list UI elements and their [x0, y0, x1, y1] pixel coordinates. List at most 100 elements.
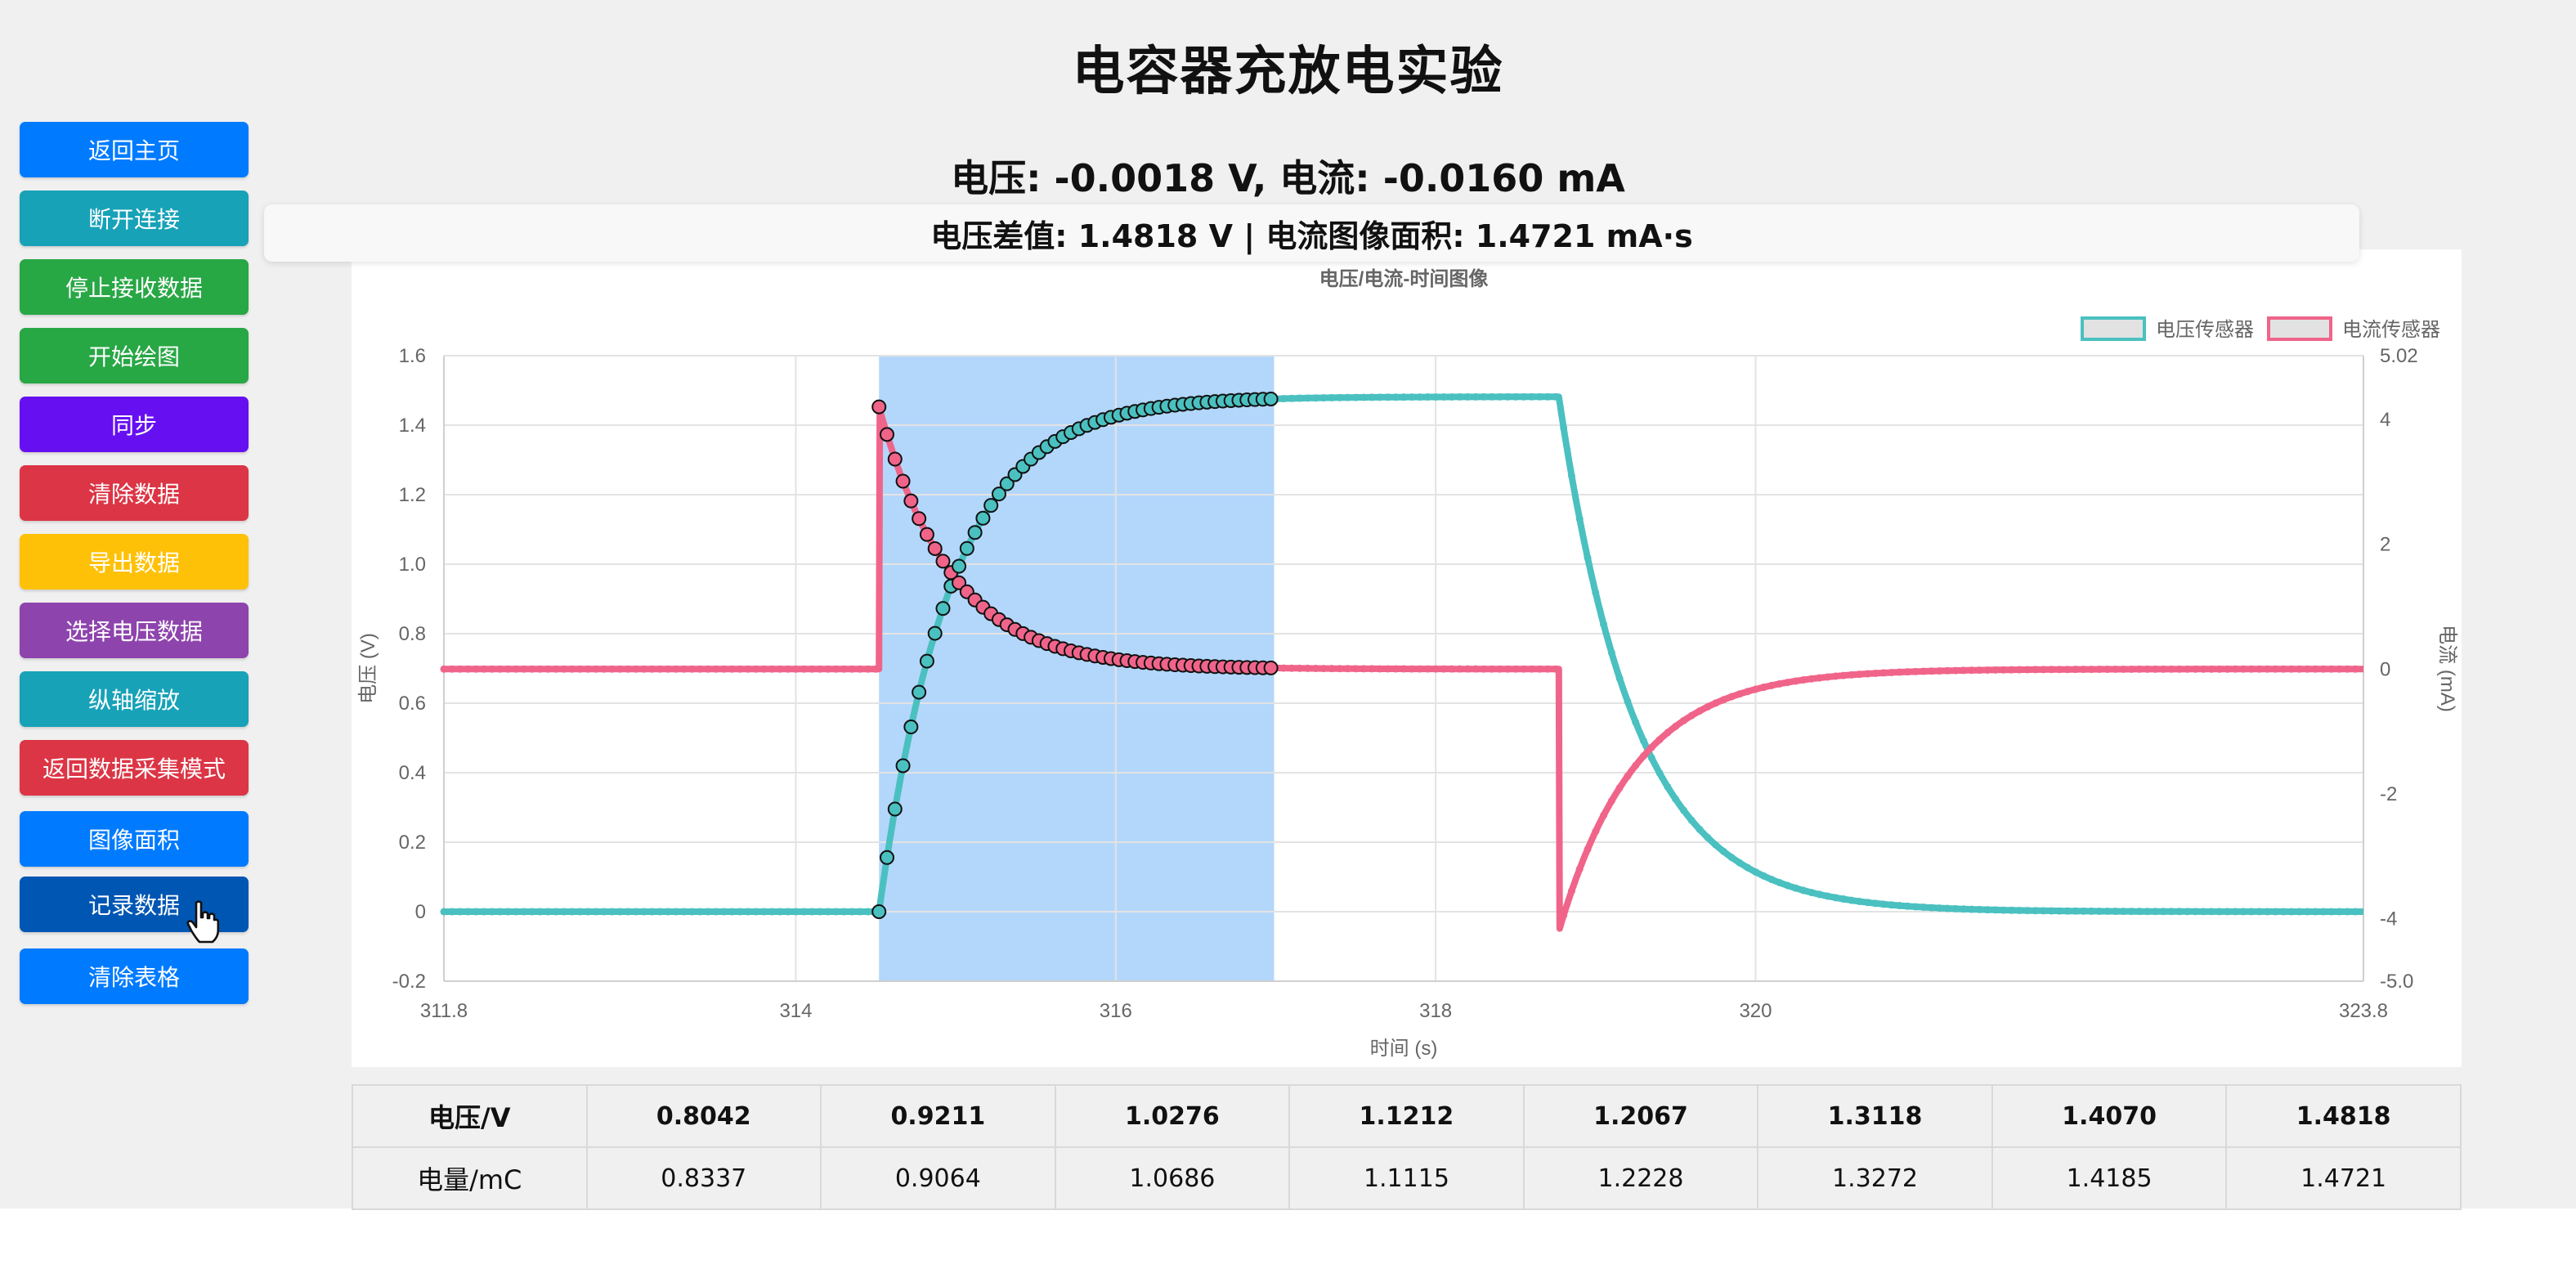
current-point [1304, 664, 1312, 672]
voltage-point [607, 908, 616, 916]
voltage-point [864, 908, 872, 916]
voltage-point [1848, 896, 1856, 904]
voltage-point [2127, 908, 2135, 916]
current-point [2327, 665, 2336, 673]
voltage-point [1935, 904, 1943, 913]
current-point [512, 665, 520, 673]
voltage-point [1831, 894, 1839, 902]
current-point [664, 665, 672, 673]
export-data-button[interactable]: 导出数据 [20, 534, 249, 590]
y-left-tick-label: 0.8 [399, 623, 426, 645]
current-point [2199, 665, 2207, 673]
current-point [456, 665, 464, 673]
current-point [864, 665, 872, 673]
current-point [1991, 666, 2000, 674]
stop-receiving-button[interactable]: 停止接收数据 [20, 259, 249, 315]
voltage-point [704, 908, 712, 916]
current-point [2192, 665, 2200, 673]
current-point [1528, 665, 1536, 673]
row-header: 电压/V [352, 1084, 588, 1148]
current-point [1712, 699, 1720, 707]
voltage-point [1391, 393, 1400, 401]
current-point [1759, 684, 1767, 692]
voltage-point [1592, 589, 1600, 597]
voltage-point [2327, 908, 2336, 916]
current-point [1672, 722, 1680, 730]
voltage-point [1751, 868, 1759, 876]
voltage-point [640, 908, 648, 916]
voltage-point [1903, 902, 1911, 910]
voltage-point [472, 908, 480, 916]
legend-swatch [2267, 316, 2332, 341]
app-root: 电容器充放电实验 返回主页 断开连接 停止接收数据 开始绘图 同步 清除数据 导… [0, 0, 2576, 1210]
selected-current-point [895, 473, 911, 489]
voltage-point [1975, 905, 1983, 913]
current-point [1607, 797, 1615, 805]
current-point [2103, 666, 2112, 674]
clear-table-button[interactable]: 清除表格 [20, 948, 249, 1004]
voltage-point [1472, 392, 1480, 401]
current-point [1824, 673, 1832, 681]
voltage-point [1400, 393, 1408, 401]
current-point [1831, 672, 1839, 680]
voltage-point [504, 908, 512, 916]
voltage-point [1575, 515, 1584, 523]
table-cell: 1.2228 [1522, 1146, 1759, 1210]
table-row: 电量/mC 0.8337 0.9064 1.0686 1.1115 1.2228 1.327… [352, 1146, 2462, 1210]
current-point [1615, 784, 1624, 792]
voltage-point [1360, 393, 1368, 401]
current-point [728, 665, 736, 673]
return-acquisition-mode-button[interactable]: 返回数据采集模式 [20, 740, 249, 796]
current-point [719, 665, 728, 673]
voltage-point [1279, 395, 1288, 403]
voltage-point [816, 908, 824, 916]
current-point [1543, 665, 1552, 673]
selected-voltage-point [927, 626, 943, 641]
current-point [632, 665, 640, 673]
voltage-point [1776, 878, 1784, 886]
current-point [584, 665, 592, 673]
selected-current-point [912, 511, 927, 527]
voltage-point [624, 908, 632, 916]
voltage-point [1784, 881, 1792, 890]
voltage-point [1655, 769, 1664, 778]
current-point [1632, 761, 1640, 769]
voltage-point [2175, 908, 2184, 916]
current-point [1816, 674, 1824, 682]
voltage-point [1336, 393, 1344, 401]
selected-current-point [871, 399, 887, 415]
table-cell: 1.1115 [1288, 1146, 1525, 1210]
current-point [1336, 665, 1344, 673]
voltage-point [535, 908, 544, 916]
graph-area-button[interactable]: 图像面积 [20, 811, 249, 867]
sync-button[interactable]: 同步 [20, 397, 249, 452]
voltage-current-chart[interactable]: 311.8 314 316 318 320 323.8 -0.2 0 0.2 0.4 0.6 0.8 1… [352, 249, 2462, 1067]
y-axis-zoom-button[interactable]: 纵轴缩放 [20, 671, 249, 727]
start-plot-button[interactable]: 开始绘图 [20, 328, 249, 383]
current-point [2247, 665, 2256, 673]
clear-data-button[interactable]: 清除数据 [20, 465, 249, 521]
voltage-point [824, 908, 832, 916]
current-point [592, 665, 600, 673]
current-point [2231, 665, 2239, 673]
voltage-point [495, 908, 504, 916]
current-point [2304, 665, 2312, 673]
voltage-point [2351, 908, 2359, 916]
current-point [2159, 665, 2167, 673]
current-point [560, 665, 568, 673]
current-point [2239, 665, 2247, 673]
current-point [1896, 668, 1904, 676]
y-left-tick-label: 1.4 [399, 415, 426, 437]
voltage-point [616, 908, 624, 916]
voltage-point [2040, 907, 2048, 915]
voltage-point [1560, 424, 1568, 432]
current-point [1624, 772, 1632, 780]
table-cell: 1.2067 [1522, 1084, 1759, 1148]
y-right-axis-title: 电流 (mA) [2436, 625, 2458, 712]
voltage-point [1624, 697, 1632, 706]
current-point [2008, 666, 2016, 674]
x-tick-label: 311.8 [420, 1000, 468, 1022]
select-voltage-data-button[interactable]: 选择电压数据 [20, 603, 249, 658]
current-point [1512, 665, 1520, 673]
current-point [1383, 665, 1391, 673]
